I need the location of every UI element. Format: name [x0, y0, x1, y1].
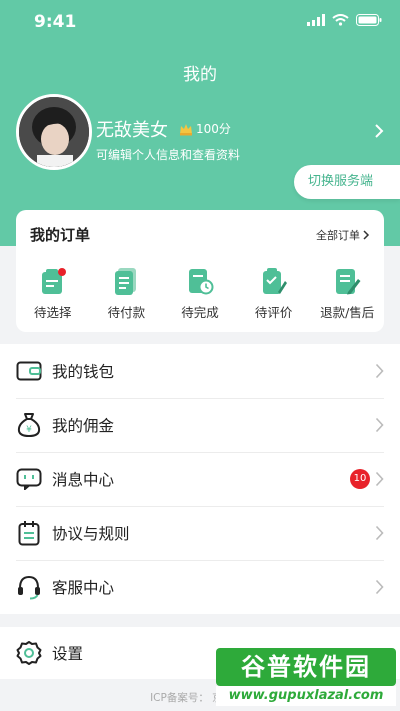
user-name[interactable]: 无敌美女 [96, 116, 168, 142]
pending-complete-icon [188, 269, 214, 295]
chevron-right-icon [375, 417, 384, 433]
menu-item-label: 我的佣金 [52, 417, 115, 435]
profile-subtitle: 可编辑个人信息和查看资料 [96, 148, 241, 162]
status-bar: 9:41 [0, 0, 400, 44]
order-status-label: 退款/售后 [320, 305, 375, 320]
chevron-right-icon [375, 579, 384, 595]
orders-card: 我的订单 全部订单 待选择 待付款 待完成 待评价 退款/售后 [16, 210, 384, 332]
pending-review-icon [262, 268, 287, 294]
calendar-icon [18, 521, 40, 546]
avatar[interactable] [16, 94, 92, 170]
order-status-list: 待选择 待付款 待完成 待评价 退款/售后 [16, 266, 384, 321]
chevron-right-icon [375, 525, 384, 541]
watermark-title: 谷普软件园 [216, 648, 396, 686]
wallet-icon [16, 361, 42, 381]
refund-icon [336, 269, 361, 295]
all-orders-label: 全部订单 [316, 229, 360, 242]
order-status-refund[interactable]: 退款/售后 [311, 266, 383, 321]
wifi-icon [332, 14, 349, 26]
status-icons [307, 14, 382, 26]
all-orders-link[interactable]: 全部订单 [316, 227, 370, 243]
pending-select-icon [41, 268, 66, 294]
order-status-label: 待完成 [181, 305, 219, 320]
order-status-label: 待选择 [34, 305, 72, 320]
menu-list: 我的钱包 ¥ 我的佣金 消息中心 10 协议与规则 客服中心 [0, 344, 400, 614]
menu-item-label: 消息中心 [52, 471, 115, 489]
order-status-pending-select[interactable]: 待选择 [17, 266, 89, 321]
order-status-pending-complete[interactable]: 待完成 [164, 266, 236, 321]
chevron-right-icon [375, 471, 384, 487]
chevron-right-icon [363, 230, 370, 240]
order-status-label: 待付款 [107, 305, 146, 320]
watermark-logo: 谷普软件园 www.gupuxlazal.com [216, 648, 396, 708]
order-status-pending-review[interactable]: 待评价 [238, 266, 310, 321]
menu-item-messages[interactable]: 消息中心 10 [0, 452, 400, 506]
menu-item-label: 我的钱包 [52, 363, 115, 381]
headset-icon [18, 575, 40, 600]
unread-count-badge: 10 [350, 469, 370, 489]
menu-item-commission[interactable]: ¥ 我的佣金 [0, 398, 400, 452]
order-status-pending-payment[interactable]: 待付款 [90, 266, 162, 321]
gear-icon [16, 641, 42, 665]
menu-item-label: 设置 [52, 645, 84, 663]
status-time: 9:41 [34, 12, 77, 32]
points-text: 100分 [196, 122, 231, 136]
menu-item-label: 客服中心 [52, 579, 115, 597]
menu-item-agreements[interactable]: 协议与规则 [0, 506, 400, 560]
rank-icon [180, 123, 192, 135]
menu-item-customer-service[interactable]: 客服中心 [0, 560, 400, 614]
chevron-right-icon [375, 363, 384, 379]
page-title: 我的 [183, 65, 217, 85]
money-bag-icon: ¥ [17, 413, 41, 438]
message-icon [16, 468, 42, 490]
watermark-url: www.gupuxlazal.com [216, 686, 396, 706]
svg-text:¥: ¥ [26, 425, 32, 435]
orders-title: 我的订单 [30, 226, 91, 244]
switch-service-button[interactable]: 切换服务端 [294, 165, 400, 199]
menu-item-label: 协议与规则 [52, 525, 130, 543]
battery-icon [356, 14, 382, 26]
pending-payment-icon [115, 268, 137, 295]
signal-icon [307, 14, 325, 26]
chevron-right-icon[interactable] [374, 123, 384, 139]
menu-item-wallet[interactable]: 我的钱包 [0, 344, 400, 398]
order-status-label: 待评价 [254, 305, 293, 320]
points-badge: 100分 [178, 120, 231, 137]
